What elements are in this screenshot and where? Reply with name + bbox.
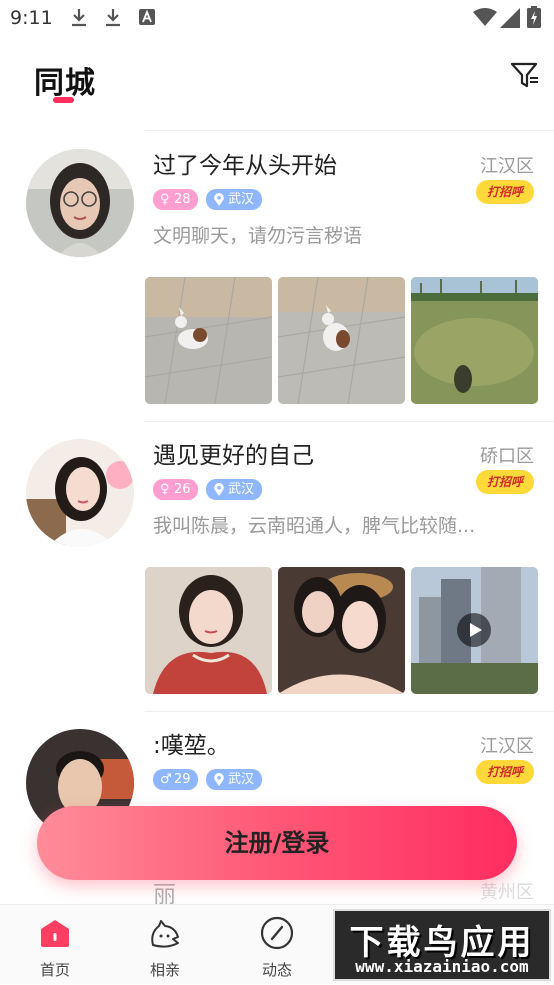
location-pin-icon — [214, 773, 224, 786]
download-icon — [106, 9, 120, 27]
page-title: 同城 — [34, 66, 96, 101]
female-icon: ♀ — [160, 192, 170, 207]
age-tag: ♂ 29 — [153, 769, 198, 790]
photo-thumbnail[interactable] — [278, 567, 405, 694]
greet-button[interactable]: 打招呼 — [476, 470, 534, 494]
signal-icon — [500, 8, 520, 28]
tab-label: 动态 — [261, 961, 292, 979]
age-value: 29 — [174, 772, 191, 787]
photo-thumbnail[interactable] — [278, 277, 405, 404]
district-label: 黄州区 — [480, 882, 534, 903]
user-bio: 文明聊天，请勿污言秽语 — [153, 225, 363, 247]
avatar[interactable] — [26, 149, 134, 257]
greet-button[interactable]: 打招呼 — [476, 180, 534, 204]
photo-thumbnail[interactable] — [411, 277, 538, 404]
district-label: 江汉区 — [480, 736, 534, 757]
location-pin-icon — [214, 193, 224, 206]
user-bio: 我叫陈晨，云南昭通人，脾气比较随... — [153, 515, 476, 537]
city-value: 武汉 — [228, 482, 255, 497]
tab-matchmaking[interactable]: 相亲 — [110, 905, 220, 985]
age-value: 28 — [174, 192, 191, 207]
location-tag: 武汉 — [206, 769, 263, 790]
divider — [145, 421, 554, 422]
photo-thumbnail[interactable] — [145, 277, 272, 404]
avatar[interactable] — [26, 439, 134, 547]
user-name: 遇见更好的自己 — [153, 443, 314, 469]
location-tag: 武汉 — [206, 479, 263, 500]
city-value: 武汉 — [228, 192, 255, 207]
watermark-url: www.xiazainiao.com — [355, 957, 529, 976]
video-thumbnail[interactable] — [411, 567, 538, 694]
tab-home[interactable]: 首页 — [0, 905, 110, 985]
download-icon — [72, 9, 86, 27]
female-icon: ♀ — [160, 482, 170, 497]
notification-app-icon — [139, 9, 155, 25]
header: 同城 — [0, 36, 554, 128]
district-label: 硚口区 — [480, 446, 534, 467]
wifi-icon — [473, 8, 497, 26]
user-name: 过了今年从头开始 — [153, 153, 337, 179]
age-tag: ♀ 28 — [153, 189, 198, 210]
watermark-logo: 下载鸟应用 www.xiazainiao.com — [333, 909, 551, 981]
filter-icon[interactable] — [508, 58, 542, 92]
battery-icon — [527, 6, 541, 28]
divider — [145, 130, 554, 131]
divider — [145, 711, 554, 712]
status-bar: 9:11 — [0, 0, 554, 36]
home-icon — [41, 920, 69, 947]
matchmaking-icon — [151, 920, 179, 948]
district-label: 江汉区 — [480, 156, 534, 177]
age-tag: ♀ 26 — [153, 479, 198, 500]
tab-label: 首页 — [39, 961, 70, 979]
location-tag: 武汉 — [206, 189, 263, 210]
greet-button[interactable]: 打招呼 — [476, 760, 534, 784]
location-pin-icon — [214, 483, 224, 496]
register-login-button[interactable]: 注册/登录 — [37, 806, 517, 880]
photo-thumbnail[interactable] — [145, 567, 272, 694]
tab-label: 相亲 — [149, 961, 180, 979]
play-icon[interactable] — [457, 613, 491, 647]
tab-feed[interactable]: 动态 — [222, 905, 332, 985]
status-time: 9:11 — [10, 7, 53, 29]
city-value: 武汉 — [228, 772, 255, 787]
male-icon: ♂ — [160, 772, 172, 787]
user-name: :嘆堃。 — [153, 733, 230, 759]
title-underline — [53, 97, 74, 103]
age-value: 26 — [174, 482, 191, 497]
feed-icon — [260, 916, 294, 950]
